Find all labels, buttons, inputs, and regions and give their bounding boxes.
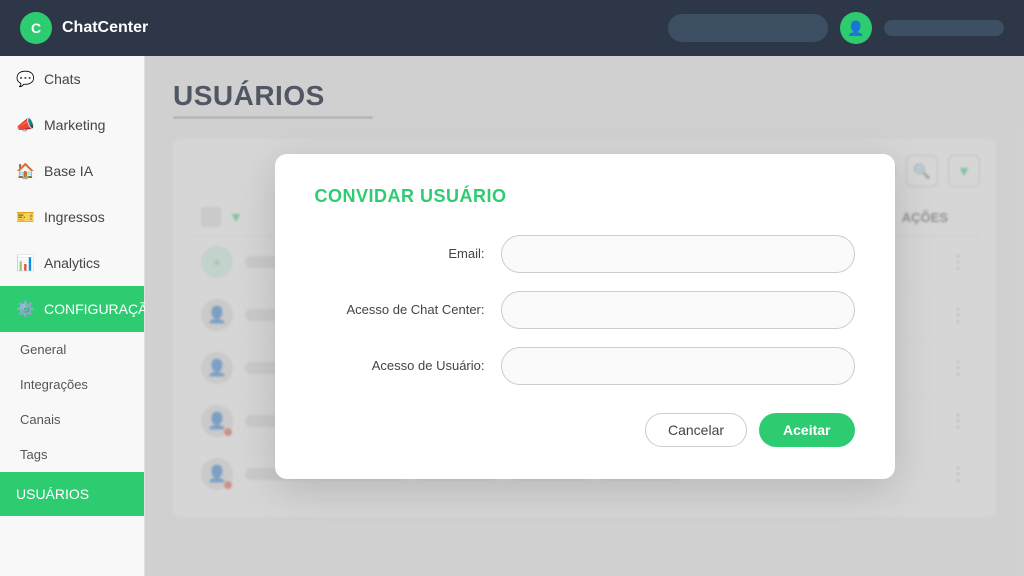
chats-icon: 💬 [16, 70, 34, 88]
sidebar-item-usuarios[interactable]: USUÁRIOS [0, 472, 144, 516]
sidebar-label-base-ia: Base IA [44, 163, 93, 179]
ingressos-icon: 🎫 [16, 208, 34, 226]
sidebar-item-marketing[interactable]: 📣 Marketing [0, 102, 144, 148]
accept-button[interactable]: Aceitar [759, 413, 854, 447]
email-form-group: Email: [315, 235, 855, 273]
header-avatar[interactable]: 👤 [840, 12, 872, 44]
main-content: USUÁRIOS 🔍 ▼ ▼ AÇÕES + ⋮ [145, 56, 1024, 576]
logo: C ChatCenter [20, 12, 148, 44]
header-username-pill [884, 20, 1004, 36]
user-access-label: Acesso de Usuário: [315, 358, 485, 373]
sidebar-item-integracoes[interactable]: Integrações [0, 367, 144, 402]
invite-user-modal: CONVIDAR USUÁRIO Email: Acesso de Chat C… [275, 154, 895, 479]
analytics-icon: 📊 [16, 254, 34, 272]
app-header: C ChatCenter 👤 [0, 0, 1024, 56]
sidebar-item-ingressos[interactable]: 🎫 Ingressos [0, 194, 144, 240]
email-input[interactable] [501, 235, 855, 273]
sidebar: 💬 Chats 📣 Marketing 🏠 Base IA 🎫 Ingresso… [0, 56, 145, 576]
sidebar-label-canais: Canais [20, 412, 60, 427]
email-label: Email: [315, 246, 485, 261]
sidebar-label-tags: Tags [20, 447, 47, 462]
configuracao-icon: ⚙️ [16, 300, 34, 318]
sidebar-item-chats[interactable]: 💬 Chats [0, 56, 144, 102]
sidebar-label-integracoes: Integrações [20, 377, 88, 392]
sidebar-item-general[interactable]: General [0, 332, 144, 367]
base-ia-icon: 🏠 [16, 162, 34, 180]
sidebar-label-usuarios: USUÁRIOS [16, 486, 89, 502]
modal-footer: Cancelar Aceitar [315, 413, 855, 447]
modal-title: CONVIDAR USUÁRIO [315, 186, 855, 207]
sidebar-item-canais[interactable]: Canais [0, 402, 144, 437]
header-search-pill [668, 14, 828, 42]
sidebar-label-marketing: Marketing [44, 117, 105, 133]
cancel-button[interactable]: Cancelar [645, 413, 747, 447]
app-layout: 💬 Chats 📣 Marketing 🏠 Base IA 🎫 Ingresso… [0, 56, 1024, 576]
sidebar-item-configuracao[interactable]: ⚙️ CONFIGURAÇÃO [0, 286, 144, 332]
chat-access-form-group: Acesso de Chat Center: [315, 291, 855, 329]
chat-access-label: Acesso de Chat Center: [315, 302, 485, 317]
user-access-form-group: Acesso de Usuário: [315, 347, 855, 385]
app-name: ChatCenter [62, 19, 148, 37]
header-right: 👤 [668, 12, 1004, 44]
modal-overlay: CONVIDAR USUÁRIO Email: Acesso de Chat C… [145, 56, 1024, 576]
logo-icon: C [20, 12, 52, 44]
chat-access-input[interactable] [501, 291, 855, 329]
sidebar-label-ingressos: Ingressos [44, 209, 105, 225]
sidebar-item-base-ia[interactable]: 🏠 Base IA [0, 148, 144, 194]
sidebar-item-tags[interactable]: Tags [0, 437, 144, 472]
user-access-input[interactable] [501, 347, 855, 385]
sidebar-item-analytics[interactable]: 📊 Analytics [0, 240, 144, 286]
marketing-icon: 📣 [16, 116, 34, 134]
sidebar-label-configuracao: CONFIGURAÇÃO [44, 301, 158, 317]
sidebar-label-chats: Chats [44, 71, 81, 87]
sidebar-label-analytics: Analytics [44, 255, 100, 271]
sidebar-label-general: General [20, 342, 66, 357]
